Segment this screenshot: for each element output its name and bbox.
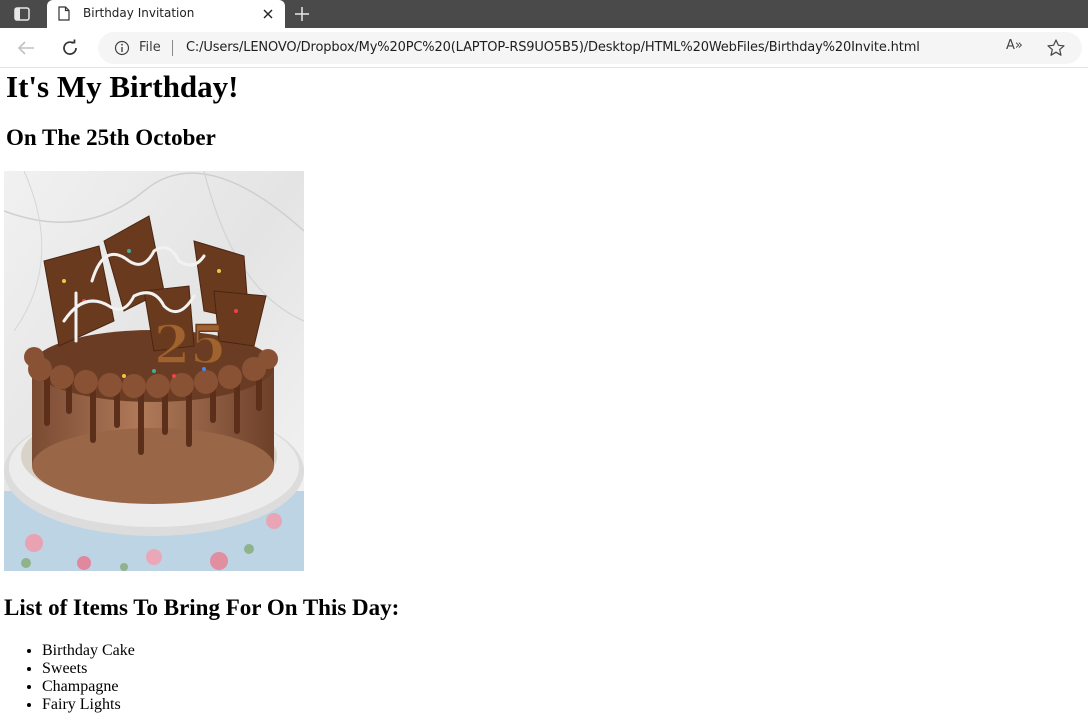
- tab-birthday-invitation[interactable]: Birthday Invitation: [47, 0, 285, 28]
- svg-text:25: 25: [154, 315, 226, 376]
- scheme-label: File: [139, 40, 161, 55]
- url-text[interactable]: C:/Users/LENOVO/Dropbox/My%20PC%20(LAPTO…: [186, 40, 920, 55]
- read-aloud-icon[interactable]: A»: [1006, 38, 1028, 58]
- date-subtitle: On The 25th October: [6, 125, 216, 150]
- items-list: Birthday Cake Sweets Champagne Fairy Lig…: [42, 642, 135, 714]
- close-icon[interactable]: [259, 5, 277, 23]
- tab-actions-icon[interactable]: [8, 2, 36, 26]
- list-item: Champagne: [42, 678, 135, 696]
- plus-icon[interactable]: [288, 2, 316, 26]
- divider: [172, 40, 173, 56]
- tab-strip: Birthday Invitation: [0, 0, 1088, 28]
- page-content: It's My Birthday! On The 25th October 25…: [0, 69, 1088, 715]
- list-item: Birthday Cake: [42, 642, 135, 660]
- items-list-heading: List of Items To Bring For On This Day:: [4, 595, 400, 620]
- list-item: Sweets: [42, 660, 135, 678]
- address-bar[interactable]: File C:/Users/LENOVO/Dropbox/My%20PC%20(…: [98, 32, 1082, 64]
- info-icon[interactable]: [114, 40, 130, 56]
- list-item: Fairy Lights: [42, 696, 135, 714]
- tab-title: Birthday Invitation: [83, 6, 195, 20]
- document-icon: [58, 6, 70, 21]
- star-icon[interactable]: [1046, 38, 1066, 58]
- reload-icon[interactable]: [56, 35, 84, 61]
- page-title: It's My Birthday!: [6, 69, 239, 104]
- back-arrow-icon[interactable]: [12, 35, 40, 61]
- browser-toolbar: File C:/Users/LENOVO/Dropbox/My%20PC%20(…: [0, 28, 1088, 68]
- birthday-cake-image: 25: [4, 171, 304, 571]
